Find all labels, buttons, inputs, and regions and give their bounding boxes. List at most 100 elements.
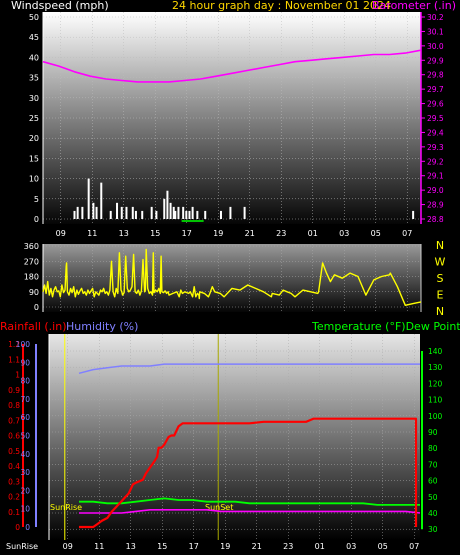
sunrise-annotation: SunRise [50, 503, 82, 512]
humidity-y-tick-label: 100 [16, 340, 31, 349]
humidity-y-tick-label: 50 [20, 432, 30, 441]
weather-x-tick-label: 09 [63, 542, 73, 551]
barometer-y-tick-label: 30.1 [427, 27, 444, 36]
windspeed-x-tick-label: 05 [371, 229, 381, 238]
wind-direction-compass-label: E [437, 289, 444, 302]
windspeed-y-tick-label: 35 [29, 74, 39, 83]
windspeed-bar [166, 190, 169, 219]
windspeed-x-tick-label: 19 [213, 229, 223, 238]
humidity-y-tick-label: 70 [20, 395, 30, 404]
rainfall-y-tick-label: 0.6 [8, 432, 20, 441]
windspeed-bar [73, 210, 76, 219]
wind-direction-compass-label: S [437, 272, 444, 285]
rainfall-y-tick-label: 0.4 [8, 462, 20, 471]
humidity-y-tick-label: 80 [20, 377, 30, 386]
windspeed-y-tick-label: 25 [29, 114, 39, 123]
windspeed-x-tick-label: 07 [402, 229, 412, 238]
barometer-y-tick-label: 29.4 [427, 128, 444, 137]
windspeed-bar [155, 210, 158, 219]
rainfall-y-tick-label: 1.1 [8, 355, 20, 364]
barometer-y-tick-label: 29.2 [427, 157, 444, 166]
windspeed-bar [125, 206, 128, 219]
wind-direction-compass-label: N [436, 305, 444, 318]
windspeed-bar [177, 206, 180, 219]
windspeed-bar [229, 206, 232, 219]
weather-x-tick-label: 05 [378, 542, 388, 551]
windspeed-y-tick-label: 5 [34, 195, 39, 204]
windspeed-x-tick-label: 09 [56, 229, 66, 238]
barometer-axis-title: Barometer (.in) [372, 0, 456, 12]
temperature-y-tick-label: 120 [428, 379, 443, 388]
barometer-y-tick-label: 30.2 [427, 13, 444, 22]
windspeed-bar [81, 206, 84, 219]
wind-direction-y-tick-label: 90 [29, 288, 39, 297]
weather-x-tick-label: 07 [409, 542, 419, 551]
windspeed-x-tick-label: 15 [150, 229, 160, 238]
humidity-axis-title: Humidity (%) [66, 320, 139, 333]
windspeed-bar [182, 206, 185, 219]
windspeed-bar [92, 202, 95, 219]
windspeed-x-tick-label: 01 [308, 229, 318, 238]
humidity-y-tick-label: 0 [25, 523, 30, 532]
humidity-y-tick-label: 10 [20, 505, 30, 514]
weather-x-tick-label: 21 [252, 542, 262, 551]
barometer-y-tick-label: 28.8 [427, 215, 444, 224]
weather-x-tick-label: 17 [189, 542, 199, 551]
chart-day-title: 24 hour graph day : November 01 2024 [172, 0, 392, 12]
windspeed-bar [169, 202, 172, 219]
windspeed-bar [120, 206, 123, 219]
windspeed-bar [76, 206, 79, 219]
wind-direction-compass-label: W [435, 256, 446, 269]
windspeed-bar [100, 182, 103, 219]
windspeed-bar [131, 206, 134, 219]
windspeed-bar [412, 210, 415, 219]
windspeed-bar [134, 210, 137, 219]
barometer-y-tick-label: 29.7 [427, 85, 444, 94]
weather-x-tick-label: 11 [94, 542, 104, 551]
temperature-y-tick-label: 40 [428, 509, 438, 518]
windspeed-bar [95, 206, 98, 219]
wind-direction-plot-area [43, 244, 421, 312]
weather-plot-area [49, 334, 420, 540]
rainfall-y-tick-label: 0.3 [8, 477, 20, 486]
windspeed-bar [109, 210, 112, 219]
humidity-y-tick-label: 30 [20, 468, 30, 477]
temperature-y-tick-label: 30 [428, 525, 438, 534]
temperature-y-tick-label: 80 [428, 444, 438, 453]
windspeed-x-tick-label: 21 [245, 229, 255, 238]
weather-x-tick-label: SunRise [6, 542, 38, 551]
temperature-y-tick-label: 50 [428, 493, 438, 502]
windspeed-y-tick-label: 10 [29, 175, 39, 184]
barometer-y-tick-label: 29.5 [427, 114, 444, 123]
rainfall-y-tick-label: 0.7 [8, 416, 20, 425]
windspeed-x-tick-label: 17 [182, 229, 192, 238]
rainfall-y-tick-label: 0.1 [8, 508, 20, 517]
windspeed-bar [150, 206, 153, 219]
windspeed-bar [204, 210, 207, 219]
windspeed-bar [219, 210, 222, 219]
humidity-y-tick-label: 20 [20, 486, 30, 495]
barometer-y-tick-label: 29.1 [427, 172, 444, 181]
humidity-y-tick-label: 90 [20, 358, 30, 367]
humidity-y-tick-label: 60 [20, 413, 30, 422]
weather-x-tick-label: 23 [283, 542, 293, 551]
windspeed-bar [185, 210, 188, 219]
windspeed-x-tick-label: 11 [87, 229, 97, 238]
temperature-y-tick-label: 110 [428, 396, 443, 405]
weather-x-tick-label: 19 [220, 542, 230, 551]
temperature-y-tick-label: 140 [428, 347, 443, 356]
weather-x-tick-label: 03 [346, 542, 356, 551]
windspeed-bar [243, 206, 246, 219]
windspeed-y-tick-label: 15 [29, 154, 39, 163]
rainfall-y-tick-label: 0.8 [8, 401, 20, 410]
windspeed-x-tick-label: 23 [276, 229, 286, 238]
rainfall-y-tick-label: 0.5 [8, 447, 20, 456]
temperature-y-tick-label: 70 [428, 460, 438, 469]
barometer-y-tick-label: 30.0 [427, 42, 444, 51]
temperature-y-tick-label: 60 [428, 477, 438, 486]
windspeed-y-tick-label: 40 [29, 53, 39, 62]
rainfall-y-tick-label: 0 [15, 523, 20, 532]
barometer-y-tick-label: 29.9 [427, 56, 444, 65]
wind-direction-y-tick-label: 0 [34, 303, 39, 312]
windspeed-y-tick-label: 20 [29, 134, 39, 143]
